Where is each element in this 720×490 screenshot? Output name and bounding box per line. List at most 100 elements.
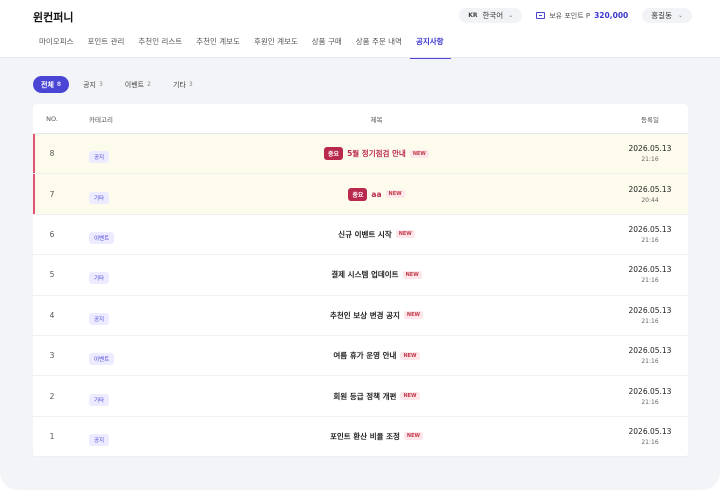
- header-no: NO.: [46, 114, 58, 123]
- date-wrap: 2026.05.13 21:16: [612, 346, 688, 365]
- row-date: 2026.05.13 21:16: [612, 346, 688, 365]
- row-title[interactable]: 추천인 보상 변경 공지 NEW: [141, 310, 612, 321]
- filter-label: 공지: [83, 80, 96, 89]
- table-row[interactable]: 8 공지 중요 5월 정기점검 안내 NEW 2026.05.13 21:16: [33, 134, 688, 175]
- filter-count: 8: [56, 81, 62, 88]
- table-row[interactable]: 5 기타 결제 시스템 업데이트 NEW 2026.05.13 21:16: [33, 255, 688, 296]
- nav-item[interactable]: 후원인 계보도: [248, 32, 305, 59]
- table-row[interactable]: 6 이벤트 신규 이벤트 시작 NEW 2026.05.13 21:16: [33, 215, 688, 256]
- row-number: 5: [49, 270, 55, 280]
- header-category: 카테고리: [89, 115, 113, 124]
- nav-item[interactable]: 공지사항: [409, 32, 451, 59]
- language-select[interactable]: KR 한국어 ⌄: [459, 8, 523, 23]
- row-category: 기타: [71, 185, 141, 204]
- table-row[interactable]: 1 공지 포인트 환산 비율 조정 NEW 2026.05.13 21:16: [33, 417, 688, 458]
- nav-item[interactable]: 상품 주문 내역: [350, 32, 409, 59]
- row-date: 2026.05.13 20:44: [612, 185, 688, 204]
- points-display: 보유 포인트 P 320,000: [536, 11, 628, 21]
- user-menu[interactable]: 홍길동 ⌄: [642, 8, 692, 23]
- nav-item[interactable]: 추천인 리스트: [132, 32, 189, 59]
- time-text: 21:16: [641, 358, 659, 366]
- title-link[interactable]: 신규 이벤트 시작: [338, 229, 392, 240]
- date-text: 2026.05.13: [628, 386, 672, 396]
- time-text: 21:16: [641, 156, 659, 164]
- date-text: 2026.05.13: [628, 224, 672, 234]
- title-link[interactable]: 결제 시스템 업데이트: [331, 269, 398, 280]
- nav-item[interactable]: 상품 구매: [306, 32, 349, 59]
- row-category: 기타: [71, 265, 141, 285]
- filter-chip[interactable]: 기타 3: [165, 76, 201, 93]
- filter-label: 전체: [41, 80, 54, 89]
- language-label: 한국어: [482, 11, 504, 20]
- filter-chip[interactable]: 이벤트 2: [117, 76, 159, 93]
- new-badge: NEW: [403, 311, 424, 320]
- row-category: 공지: [71, 306, 141, 325]
- category-filters: 전체 8 공지 3 이벤트 2 기타 3: [33, 76, 201, 93]
- category-badge: 기타: [89, 191, 110, 204]
- row-number: 2: [49, 391, 55, 401]
- date-wrap: 2026.05.13 21:16: [612, 427, 688, 446]
- notice-table: NO. 카테고리 제목 등록일 8 공지 중요 5월 정기점검 안내 NEW 2026.0…: [33, 104, 688, 458]
- chevron-down-icon: ⌄: [508, 12, 514, 19]
- title-wrap: 포인트 환산 비율 조정 NEW: [141, 431, 612, 442]
- filter-chip[interactable]: 공지 3: [75, 76, 111, 93]
- row-title[interactable]: 회원 등급 정책 개편 NEW: [141, 391, 612, 402]
- row-title[interactable]: 포인트 환산 비율 조정 NEW: [141, 431, 612, 442]
- table-row[interactable]: 3 이벤트 여름 휴가 운영 안내 NEW 2026.05.13 21:16: [33, 336, 688, 377]
- points-value: 320,000: [594, 11, 629, 20]
- row-date: 2026.05.13 21:16: [612, 225, 688, 244]
- row-title[interactable]: 여름 휴가 운영 안내 NEW: [141, 350, 612, 361]
- filter-count: 3: [188, 81, 193, 88]
- title-link[interactable]: 5월 정기점검 안내: [347, 148, 406, 159]
- nav-item[interactable]: 포인트 관리: [82, 32, 132, 59]
- filter-count: 3: [98, 81, 103, 88]
- date-text: 2026.05.13: [628, 426, 672, 436]
- category-badge: 이벤트: [89, 353, 115, 366]
- new-badge: NEW: [395, 230, 415, 239]
- row-title[interactable]: 중요 aa NEW: [141, 187, 612, 201]
- header-date: 등록일: [641, 115, 659, 124]
- title-link[interactable]: 포인트 환산 비율 조정: [330, 431, 400, 442]
- time-text: 20:44: [641, 196, 659, 204]
- title-wrap: 신규 이벤트 시작 NEW: [141, 229, 612, 240]
- category-badge: 공지: [89, 433, 110, 446]
- nav-item[interactable]: 마이오피스: [33, 32, 81, 59]
- filter-chip[interactable]: 전체 8: [33, 76, 70, 93]
- title-link[interactable]: 추천인 보상 변경 공지: [330, 310, 400, 321]
- new-badge: NEW: [400, 351, 420, 360]
- points-label: 보유 포인트 P: [549, 11, 591, 20]
- row-title[interactable]: 중요 5월 정기점검 안내 NEW: [141, 147, 612, 161]
- new-badge: NEW: [403, 432, 424, 441]
- category-badge: 기타: [89, 393, 110, 406]
- row-number: 4: [49, 310, 55, 320]
- table-row[interactable]: 7 기타 중요 aa NEW 2026.05.13 20:44: [33, 174, 688, 215]
- category-badge: 공지: [89, 151, 110, 164]
- category-badge: 공지: [89, 312, 110, 325]
- filter-count: 2: [147, 81, 151, 88]
- title-link[interactable]: 여름 휴가 운영 안내: [333, 350, 396, 361]
- date-wrap: 2026.05.13 21:16: [612, 265, 688, 284]
- row-title[interactable]: 결제 시스템 업데이트 NEW: [141, 269, 612, 280]
- row-number: 8: [49, 149, 55, 159]
- row-number: 1: [49, 431, 55, 441]
- date-text: 2026.05.13: [628, 144, 672, 154]
- time-text: 21:16: [641, 398, 659, 406]
- title-link[interactable]: 회원 등급 정책 개편: [333, 391, 396, 402]
- chevron-down-icon: ⌄: [677, 12, 683, 19]
- title-wrap: 여름 휴가 운영 안내 NEW: [141, 350, 612, 361]
- top-header: 윈컨퍼니 KR 한국어 ⌄ 보유 포인트 P 320,000 홍길동 ⌄ 마이오…: [0, 0, 720, 59]
- table-header: NO. 카테고리 제목 등록일: [33, 104, 688, 134]
- date-text: 2026.05.13: [628, 346, 672, 356]
- row-date: 2026.05.13 21:16: [612, 427, 688, 446]
- row-title[interactable]: 신규 이벤트 시작 NEW: [141, 229, 612, 240]
- row-category: 기타: [71, 387, 141, 406]
- header-title: 제목: [370, 115, 383, 124]
- row-category: 공지: [71, 144, 141, 164]
- brand-logo[interactable]: 윈컨퍼니: [33, 9, 73, 25]
- title-link[interactable]: aa: [371, 190, 381, 199]
- table-row[interactable]: 2 기타 회원 등급 정책 개편 NEW 2026.05.13 21:16: [33, 376, 688, 417]
- table-row[interactable]: 4 공지 추천인 보상 변경 공지 NEW 2026.05.13 21:16: [33, 296, 688, 336]
- nav-item[interactable]: 추천인 계보도: [190, 32, 247, 59]
- date-wrap: 2026.05.13 20:44: [612, 185, 688, 204]
- date-text: 2026.05.13: [628, 305, 672, 315]
